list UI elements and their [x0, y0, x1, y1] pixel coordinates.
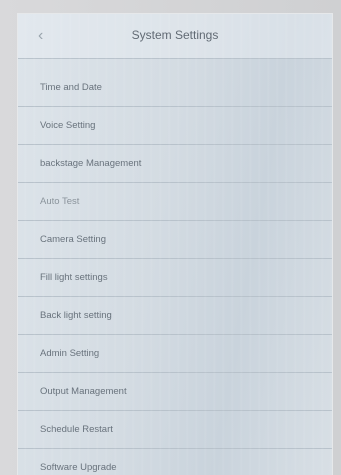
menu-item-schedule-restart[interactable]: Schedule Restart: [18, 411, 332, 449]
menu-item-back-light-setting[interactable]: Back light setting: [18, 297, 332, 335]
menu-item-label: Output Management: [40, 386, 127, 397]
menu-item-label: Admin Setting: [40, 348, 100, 359]
menu-item-voice-setting[interactable]: Voice Setting: [18, 107, 332, 145]
menu-item-label: backstage Management: [40, 158, 142, 169]
menu-item-backstage-management[interactable]: backstage Management: [18, 145, 332, 183]
header-bar: ‹ System Settings: [18, 14, 332, 59]
menu-item-label: Auto Test: [40, 196, 80, 207]
menu-item-label: Schedule Restart: [40, 424, 113, 435]
menu-item-label: Camera Setting: [40, 234, 107, 245]
menu-item-output-management[interactable]: Output Management: [18, 373, 332, 411]
page-title: System Settings: [131, 28, 219, 42]
device-frame: ‹ System Settings Time and Date Voice Se…: [0, 0, 341, 475]
menu-item-admin-setting[interactable]: Admin Setting: [18, 335, 332, 373]
menu-item-software-upgrade[interactable]: Software Upgrade: [18, 449, 332, 475]
menu-item-label: Software Upgrade: [40, 462, 117, 473]
menu-item-camera-setting[interactable]: Camera Setting: [18, 221, 332, 259]
menu-item-time-and-date[interactable]: Time and Date: [18, 69, 332, 107]
settings-screen: ‹ System Settings Time and Date Voice Se…: [18, 14, 332, 475]
menu-item-label: Back light setting: [40, 310, 112, 321]
menu-item-label: Time and Date: [40, 82, 102, 93]
menu-item-auto-test[interactable]: Auto Test: [18, 183, 332, 221]
menu-item-label: Fill light settings: [40, 272, 108, 283]
menu-item-fill-light-settings[interactable]: Fill light settings: [18, 259, 332, 297]
menu-item-label: Voice Setting: [40, 120, 96, 131]
settings-list: Time and Date Voice Setting backstage Ma…: [18, 69, 332, 475]
